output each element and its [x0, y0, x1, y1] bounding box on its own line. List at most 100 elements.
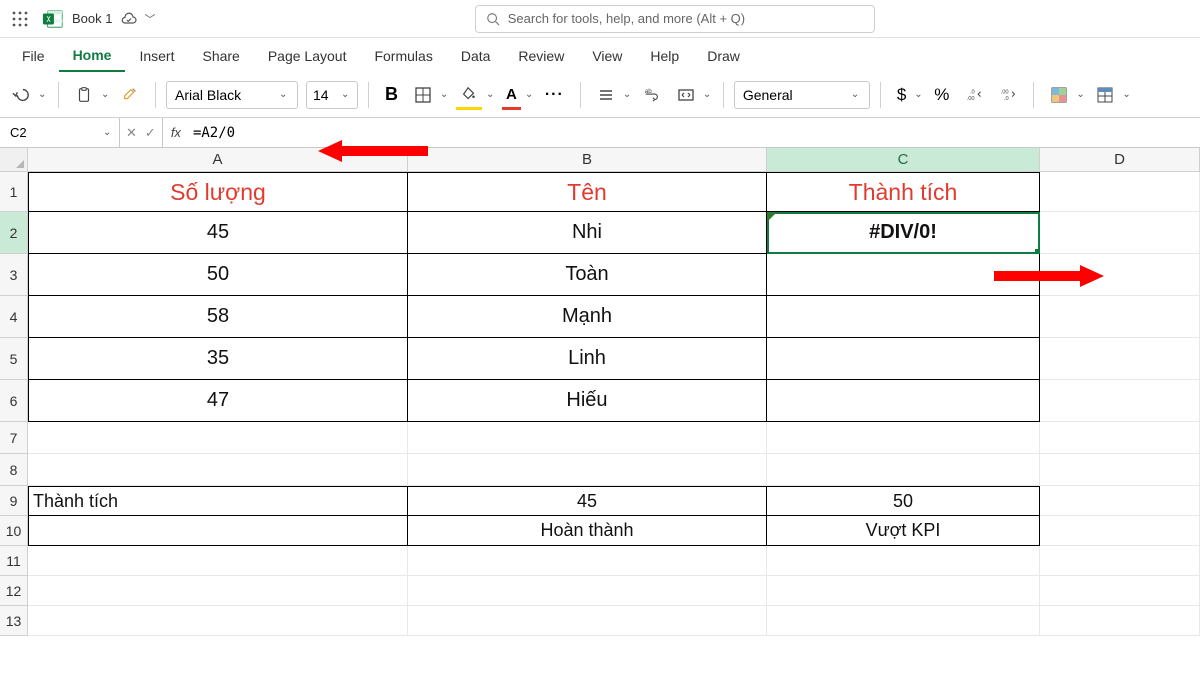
chevron-down-icon[interactable]: ⌄	[484, 89, 496, 100]
paste-button[interactable]: ⌄	[69, 79, 111, 111]
cell[interactable]: 47	[28, 380, 408, 422]
cell[interactable]: 50	[767, 486, 1040, 516]
decrease-decimal-button[interactable]: .00.0	[993, 79, 1023, 111]
cell[interactable]	[1040, 172, 1200, 212]
select-all-button[interactable]	[0, 148, 28, 171]
cell[interactable]: Hiếu	[408, 380, 767, 422]
cell[interactable]: 50	[28, 254, 408, 296]
cell[interactable]	[1040, 454, 1200, 486]
cell[interactable]	[28, 422, 408, 454]
tab-draw[interactable]: Draw	[693, 40, 754, 71]
cell[interactable]: 45	[28, 212, 408, 254]
name-box[interactable]: C2 ⌄	[0, 118, 120, 148]
fx-icon[interactable]: fx	[163, 125, 189, 140]
cell[interactable]: Vượt KPI	[767, 516, 1040, 546]
tab-share[interactable]: Share	[188, 40, 253, 71]
chevron-down-icon[interactable]: ⌄	[1120, 89, 1132, 100]
chevron-down-icon[interactable]: ⌄	[701, 89, 713, 100]
chevron-down-icon[interactable]: ⌄	[1074, 89, 1086, 100]
font-name-select[interactable]: Arial Black ⌄	[166, 81, 298, 109]
tab-formulas[interactable]: Formulas	[360, 40, 446, 71]
cell[interactable]	[767, 546, 1040, 576]
cell[interactable]: Số lượng	[28, 172, 408, 212]
search-input[interactable]: Search for tools, help, and more (Alt + …	[475, 5, 875, 33]
cell[interactable]: 45	[408, 486, 767, 516]
cell-active[interactable]: #DIV/0!	[767, 212, 1040, 254]
number-format-select[interactable]: General ⌄	[734, 81, 870, 109]
cell[interactable]	[767, 422, 1040, 454]
format-table-button[interactable]: ⌄	[1090, 79, 1132, 111]
cell[interactable]	[408, 454, 767, 486]
chevron-down-icon[interactable]: ⌄	[36, 89, 48, 100]
row-header[interactable]: 7	[0, 422, 28, 454]
wrap-text-button[interactable]: ab	[637, 79, 667, 111]
cell[interactable]: 35	[28, 338, 408, 380]
fill-color-button[interactable]: ⌄	[454, 79, 496, 111]
cell[interactable]: Mạnh	[408, 296, 767, 338]
tab-data[interactable]: Data	[447, 40, 505, 71]
tab-view[interactable]: View	[578, 40, 636, 71]
cond-format-button[interactable]: ⌄	[1044, 79, 1086, 111]
tab-insert[interactable]: Insert	[125, 40, 188, 71]
cell[interactable]	[767, 380, 1040, 422]
cell[interactable]: Thành tích	[767, 172, 1040, 212]
cell[interactable]	[767, 296, 1040, 338]
cell[interactable]: Thành tích	[28, 486, 408, 516]
row-header[interactable]: 5	[0, 338, 28, 380]
cell[interactable]: 58	[28, 296, 408, 338]
row-header[interactable]: 4	[0, 296, 28, 338]
tab-home[interactable]: Home	[59, 39, 126, 72]
cell[interactable]	[28, 516, 408, 546]
cell[interactable]	[408, 606, 767, 636]
font-size-select[interactable]: 14 ⌄	[306, 81, 358, 109]
chevron-down-icon[interactable]: ⌄	[438, 89, 450, 100]
cell[interactable]	[1040, 296, 1200, 338]
cell[interactable]: Toàn	[408, 254, 767, 296]
increase-decimal-button[interactable]: .0.00	[959, 79, 989, 111]
cell[interactable]	[1040, 576, 1200, 606]
undo-button[interactable]: ⌄	[6, 79, 48, 111]
col-header-b[interactable]: B	[408, 148, 767, 171]
row-header[interactable]: 3	[0, 254, 28, 296]
cell[interactable]	[1040, 380, 1200, 422]
font-color-button[interactable]: A ⌄	[500, 79, 535, 111]
col-header-c[interactable]: C	[767, 148, 1040, 171]
cell[interactable]	[1040, 338, 1200, 380]
cell[interactable]	[767, 454, 1040, 486]
bold-button[interactable]: B	[379, 79, 404, 111]
row-header[interactable]: 12	[0, 576, 28, 606]
chevron-down-icon[interactable]: ⌄	[99, 89, 111, 100]
cell[interactable]: Hoàn thành	[408, 516, 767, 546]
row-header[interactable]: 2	[0, 212, 28, 254]
cell[interactable]	[767, 576, 1040, 606]
chevron-down-icon[interactable]: ⌄	[621, 89, 633, 100]
cell[interactable]	[1040, 516, 1200, 546]
row-header[interactable]: 11	[0, 546, 28, 576]
cell[interactable]	[1040, 546, 1200, 576]
align-button[interactable]: ⌄	[591, 79, 633, 111]
row-header[interactable]: 10	[0, 516, 28, 546]
row-header[interactable]: 8	[0, 454, 28, 486]
row-header[interactable]: 9	[0, 486, 28, 516]
currency-button[interactable]: $ ⌄	[891, 79, 924, 111]
cell[interactable]	[28, 546, 408, 576]
cancel-icon[interactable]: ✕	[126, 125, 137, 141]
cell[interactable]	[767, 606, 1040, 636]
col-header-d[interactable]: D	[1040, 148, 1200, 171]
enter-icon[interactable]: ✓	[145, 125, 156, 141]
cell[interactable]	[28, 454, 408, 486]
chevron-down-icon[interactable]: ⌄	[523, 89, 535, 100]
tab-review[interactable]: Review	[504, 40, 578, 71]
more-font-button[interactable]: ···	[539, 79, 570, 111]
cell[interactable]: Tên	[408, 172, 767, 212]
chevron-down-icon[interactable]: ⌄	[912, 89, 924, 100]
row-header[interactable]: 6	[0, 380, 28, 422]
row-header[interactable]: 1	[0, 172, 28, 212]
tab-file[interactable]: File	[8, 40, 59, 71]
fill-handle[interactable]	[1035, 249, 1040, 254]
tab-page-layout[interactable]: Page Layout	[254, 40, 361, 71]
cell[interactable]	[1040, 422, 1200, 454]
document-title[interactable]: Book 1	[72, 11, 112, 26]
percent-button[interactable]: %	[928, 79, 955, 111]
cell[interactable]	[1040, 486, 1200, 516]
